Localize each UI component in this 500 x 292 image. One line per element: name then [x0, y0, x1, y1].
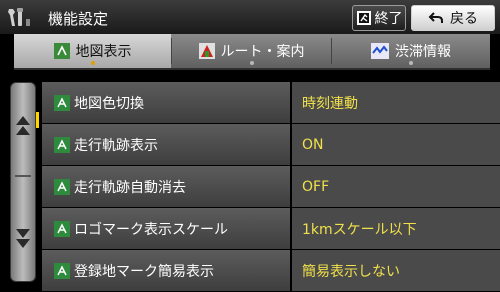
- setting-row-track-auto-erase[interactable]: 走行軌跡自動消去 OFF: [42, 166, 500, 208]
- setting-value[interactable]: ON: [292, 124, 500, 165]
- traffic-icon: [371, 43, 389, 59]
- scroll-up-icon[interactable]: [13, 113, 33, 139]
- header-bar: 機能設定 終了 戻る: [0, 0, 500, 34]
- setting-label: 地図色切換: [74, 95, 144, 112]
- setting-row-logo-scale[interactable]: ロゴマーク表示スケール 1kmスケール以下: [42, 208, 500, 250]
- setting-value[interactable]: 時刻連動: [292, 82, 500, 123]
- setting-label-cell[interactable]: 走行軌跡自動消去: [42, 166, 290, 207]
- tab-indicator: [409, 61, 413, 65]
- setting-row-track-display[interactable]: 走行軌跡表示 ON: [42, 124, 500, 166]
- scroll-position-indicator: [36, 112, 39, 128]
- back-arrow-icon: [428, 12, 443, 23]
- back-button-label: 戻る: [450, 11, 478, 27]
- tab-bar: 地図表示 ルート・案内 渋滞情報: [14, 34, 490, 70]
- setting-label: 走行軌跡表示: [74, 137, 158, 154]
- tab-traffic-info[interactable]: 渋滞情報: [332, 34, 490, 68]
- tab-map-display[interactable]: 地図表示: [14, 34, 171, 68]
- green-arrow-icon: [54, 220, 70, 237]
- setting-label: 登録地マーク簡易表示: [74, 263, 214, 280]
- tab-route-guidance[interactable]: ルート・案内: [172, 34, 331, 68]
- green-arrow-icon: [54, 262, 70, 279]
- end-button-label: 終了: [374, 11, 403, 27]
- setting-label-cell[interactable]: 地図色切換: [42, 82, 290, 123]
- setting-label-cell[interactable]: 走行軌跡表示: [42, 124, 290, 165]
- setting-label: 走行軌跡自動消去: [74, 179, 186, 196]
- setting-row-registered-mark[interactable]: 登録地マーク簡易表示 簡易表示しない: [42, 250, 500, 292]
- map-icon: [53, 43, 70, 59]
- setting-value[interactable]: 1kmスケール以下: [292, 208, 500, 249]
- green-arrow-icon: [54, 136, 70, 153]
- tab-label: 渋滞情報: [395, 44, 451, 60]
- end-button[interactable]: 終了: [352, 5, 406, 31]
- page-title: 機能設定: [48, 10, 109, 28]
- setting-value[interactable]: 簡易表示しない: [292, 250, 500, 291]
- tab-indicator: [90, 61, 95, 65]
- wrench-settings-icon: [8, 8, 30, 26]
- setting-label: ロゴマーク表示スケール: [74, 221, 228, 238]
- scroll-down-icon[interactable]: [13, 225, 33, 251]
- green-arrow-icon: [54, 94, 70, 111]
- setting-row-map-color[interactable]: 地図色切換 時刻連動: [42, 82, 500, 124]
- exit-icon: [356, 11, 371, 25]
- tab-label: 地図表示: [75, 44, 132, 60]
- green-arrow-icon: [54, 178, 70, 195]
- back-button[interactable]: 戻る: [411, 5, 495, 31]
- scroll-divider: [15, 175, 31, 177]
- setting-value[interactable]: OFF: [292, 166, 500, 207]
- setting-label-cell[interactable]: 登録地マーク簡易表示: [42, 250, 290, 291]
- tab-label: ルート・案内: [220, 44, 305, 60]
- scrollbar[interactable]: [10, 82, 36, 282]
- route-icon: [198, 43, 215, 59]
- settings-list: 地図色切換 時刻連動 走行軌跡表示 ON 走行軌跡自動消去 OFF ロゴマーク表…: [42, 82, 500, 292]
- setting-label-cell[interactable]: ロゴマーク表示スケール: [42, 208, 290, 249]
- tab-indicator: [249, 61, 254, 65]
